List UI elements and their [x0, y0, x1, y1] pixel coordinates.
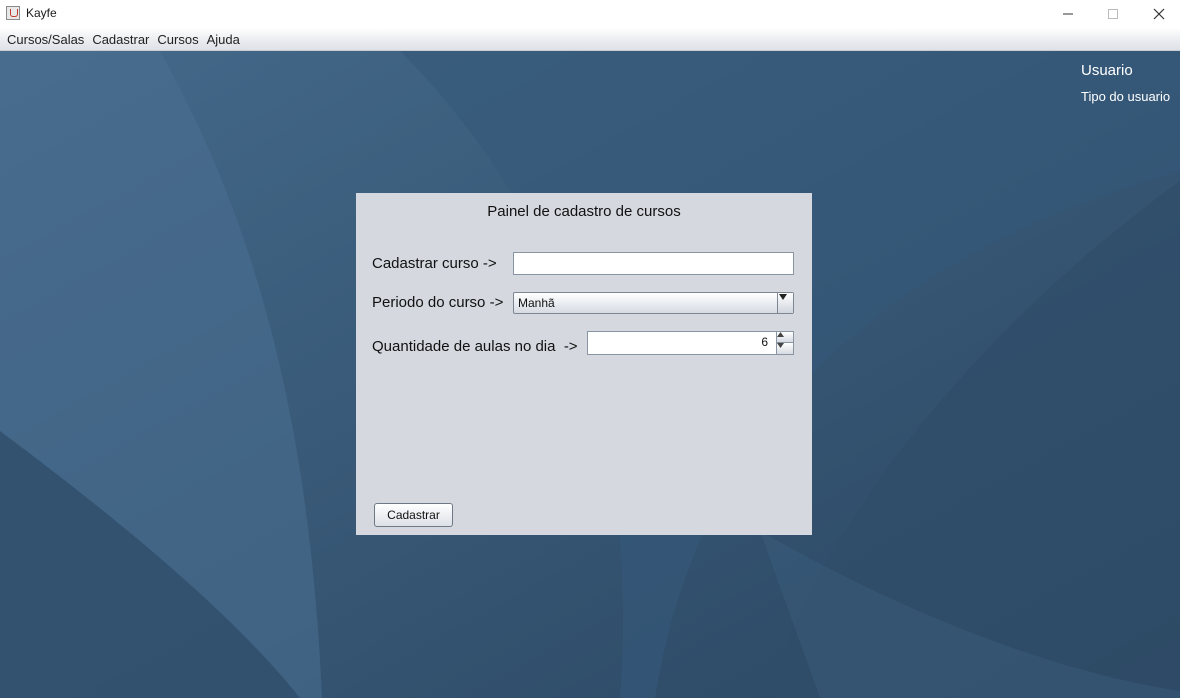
arrow-up-icon	[777, 332, 784, 337]
menu-cursos[interactable]: Cursos	[153, 28, 202, 51]
menu-bar: Cursos/Salas Cadastrar Cursos Ajuda	[0, 28, 1180, 51]
quantidade-label: Quantidade de aulas no dia ->	[372, 338, 578, 355]
periodo-selected-value: Manhã	[518, 296, 555, 310]
java-app-icon	[6, 6, 20, 20]
cadastro-cursos-panel: Painel de cadastro de cursos Cadastrar c…	[356, 193, 812, 535]
desktop-area: Usuario Tipo do usuario Painel de cadast…	[0, 51, 1180, 698]
curso-label: Cadastrar curso ->	[372, 255, 497, 272]
spinner-down-button[interactable]	[776, 343, 793, 354]
title-bar: Kayfe	[0, 0, 1180, 28]
quantidade-spinner[interactable]: 6	[587, 331, 794, 355]
periodo-label: Periodo do curso ->	[372, 294, 504, 311]
menu-cursos-salas[interactable]: Cursos/Salas	[3, 28, 88, 51]
menu-cadastrar[interactable]: Cadastrar	[88, 28, 153, 51]
arrow-down-icon	[777, 343, 784, 348]
user-type: Tipo do usuario	[1081, 89, 1171, 104]
periodo-select[interactable]: Manhã	[513, 292, 794, 314]
cadastrar-button[interactable]: Cadastrar	[374, 503, 453, 527]
close-button[interactable]	[1136, 0, 1180, 28]
window-title: Kayfe	[26, 6, 57, 20]
maximize-button[interactable]	[1090, 0, 1136, 28]
chevron-down-icon	[779, 294, 787, 300]
minimize-button[interactable]	[1045, 0, 1091, 28]
dropdown-arrow-button[interactable]	[777, 293, 793, 313]
curso-input[interactable]	[513, 252, 794, 275]
user-name: Usuario	[1081, 62, 1133, 79]
menu-ajuda[interactable]: Ajuda	[203, 28, 244, 51]
spinner-up-button[interactable]	[776, 332, 793, 343]
minimize-icon	[1063, 13, 1073, 15]
quantidade-value[interactable]: 6	[761, 335, 768, 349]
close-icon	[1153, 8, 1165, 20]
maximize-icon	[1108, 9, 1118, 19]
panel-title: Painel de cadastro de cursos	[487, 203, 681, 220]
